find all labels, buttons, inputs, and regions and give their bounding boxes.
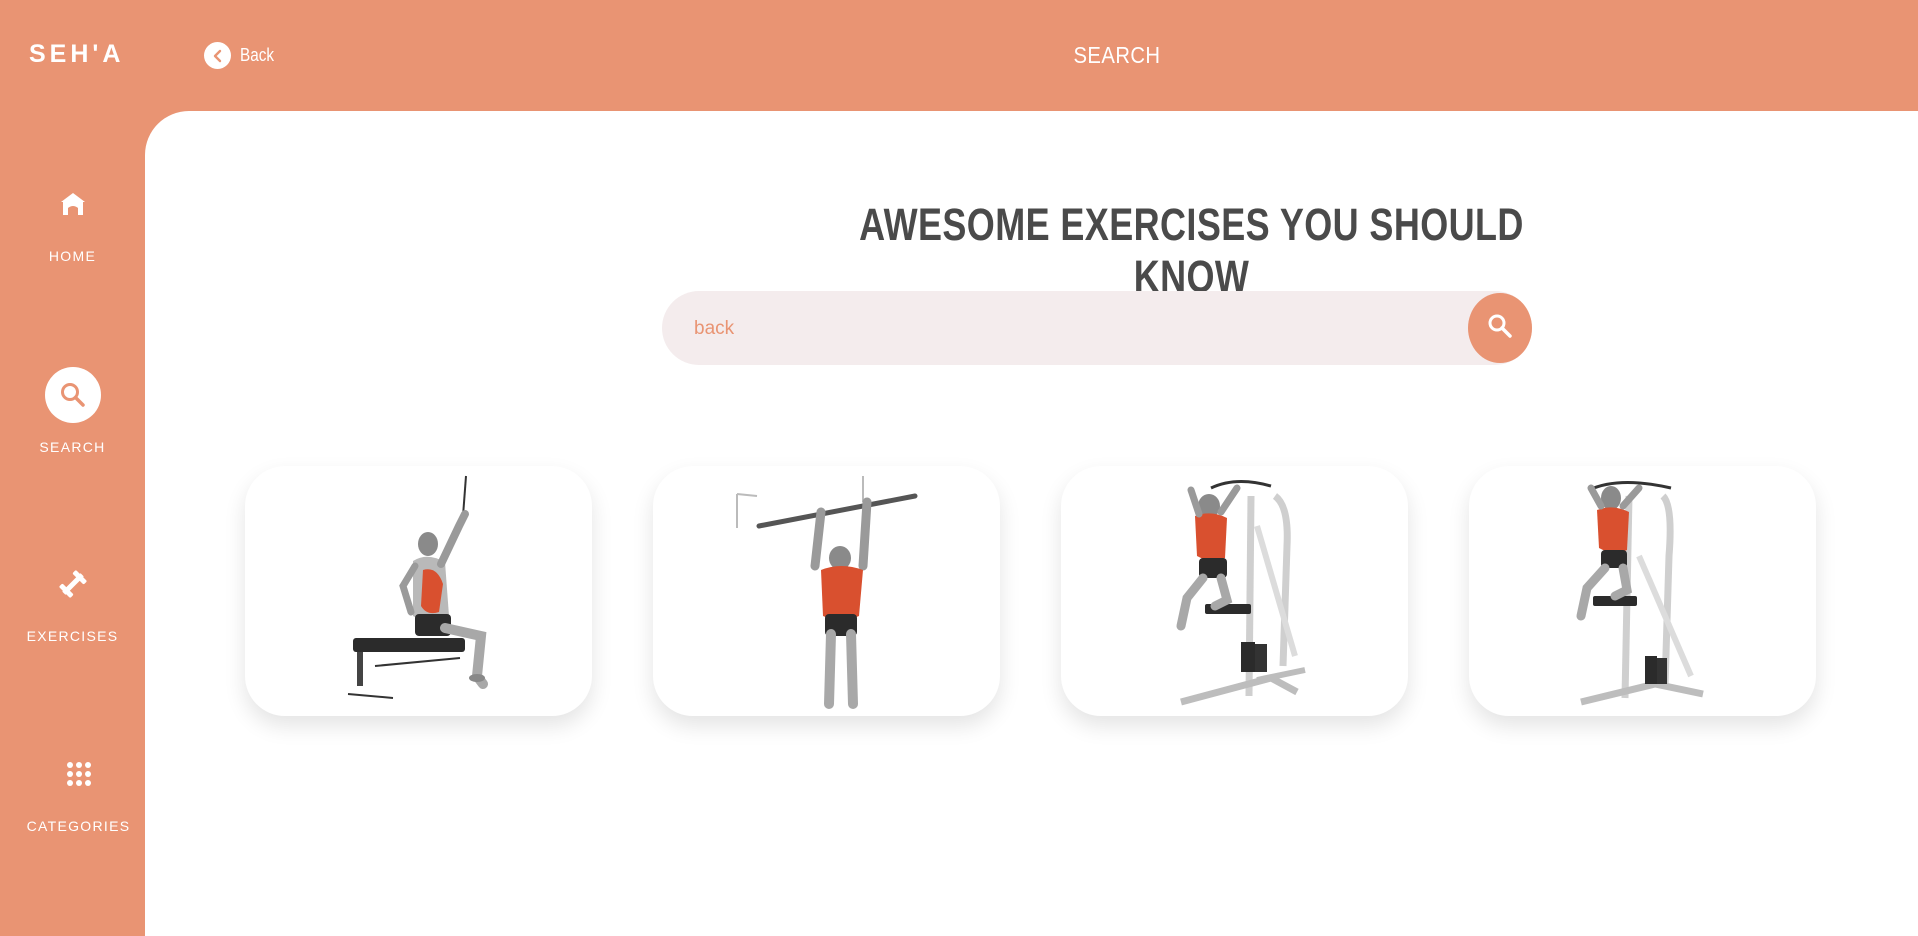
sidebar-item-label: EXERCISES — [26, 628, 119, 644]
sidebar-item-label: SEARCH — [39, 439, 106, 455]
exercise-card[interactable] — [245, 466, 592, 716]
exercise-card[interactable] — [1061, 466, 1408, 716]
page-title: AWESOME EXERCISES YOU SHOULD KNOW — [859, 199, 1524, 302]
search-input[interactable] — [694, 311, 1454, 347]
assisted-dip-pull-station-illustration — [1576, 481, 1704, 706]
pull-up-bar-illustration — [736, 476, 918, 709]
main-content: AWESOME EXERCISES YOU SHOULD KNOW — [145, 111, 1918, 936]
exercise-card[interactable] — [653, 466, 1000, 716]
back-button[interactable]: Back — [204, 42, 280, 69]
search-bar — [662, 291, 1532, 365]
back-arrow-icon — [204, 42, 231, 69]
dumbbell-icon — [45, 556, 101, 612]
brand-logo: SEH'A — [29, 40, 125, 68]
sidebar-item-label: HOME — [48, 248, 97, 264]
home-icon — [45, 176, 101, 232]
sidebar-item-exercises[interactable]: EXERCISES — [0, 556, 145, 644]
search-icon — [44, 367, 101, 423]
seated-cable-pulldown-illustration — [347, 475, 488, 699]
exercise-card[interactable] — [1469, 466, 1816, 716]
back-label: Back — [240, 45, 275, 65]
sidebar-item-search[interactable]: SEARCH — [0, 367, 145, 455]
page-header-title: SEARCH — [1073, 42, 1161, 68]
search-button[interactable] — [1468, 293, 1532, 363]
sidebar-item-categories[interactable]: CATEGORIES — [6, 746, 151, 834]
assisted-pull-up-machine-illustration — [1176, 480, 1306, 706]
sidebar-item-home[interactable]: HOME — [0, 176, 145, 264]
sidebar-item-label: CATEGORIES — [26, 818, 131, 834]
search-icon — [1487, 313, 1513, 344]
grid-icon — [51, 746, 107, 802]
